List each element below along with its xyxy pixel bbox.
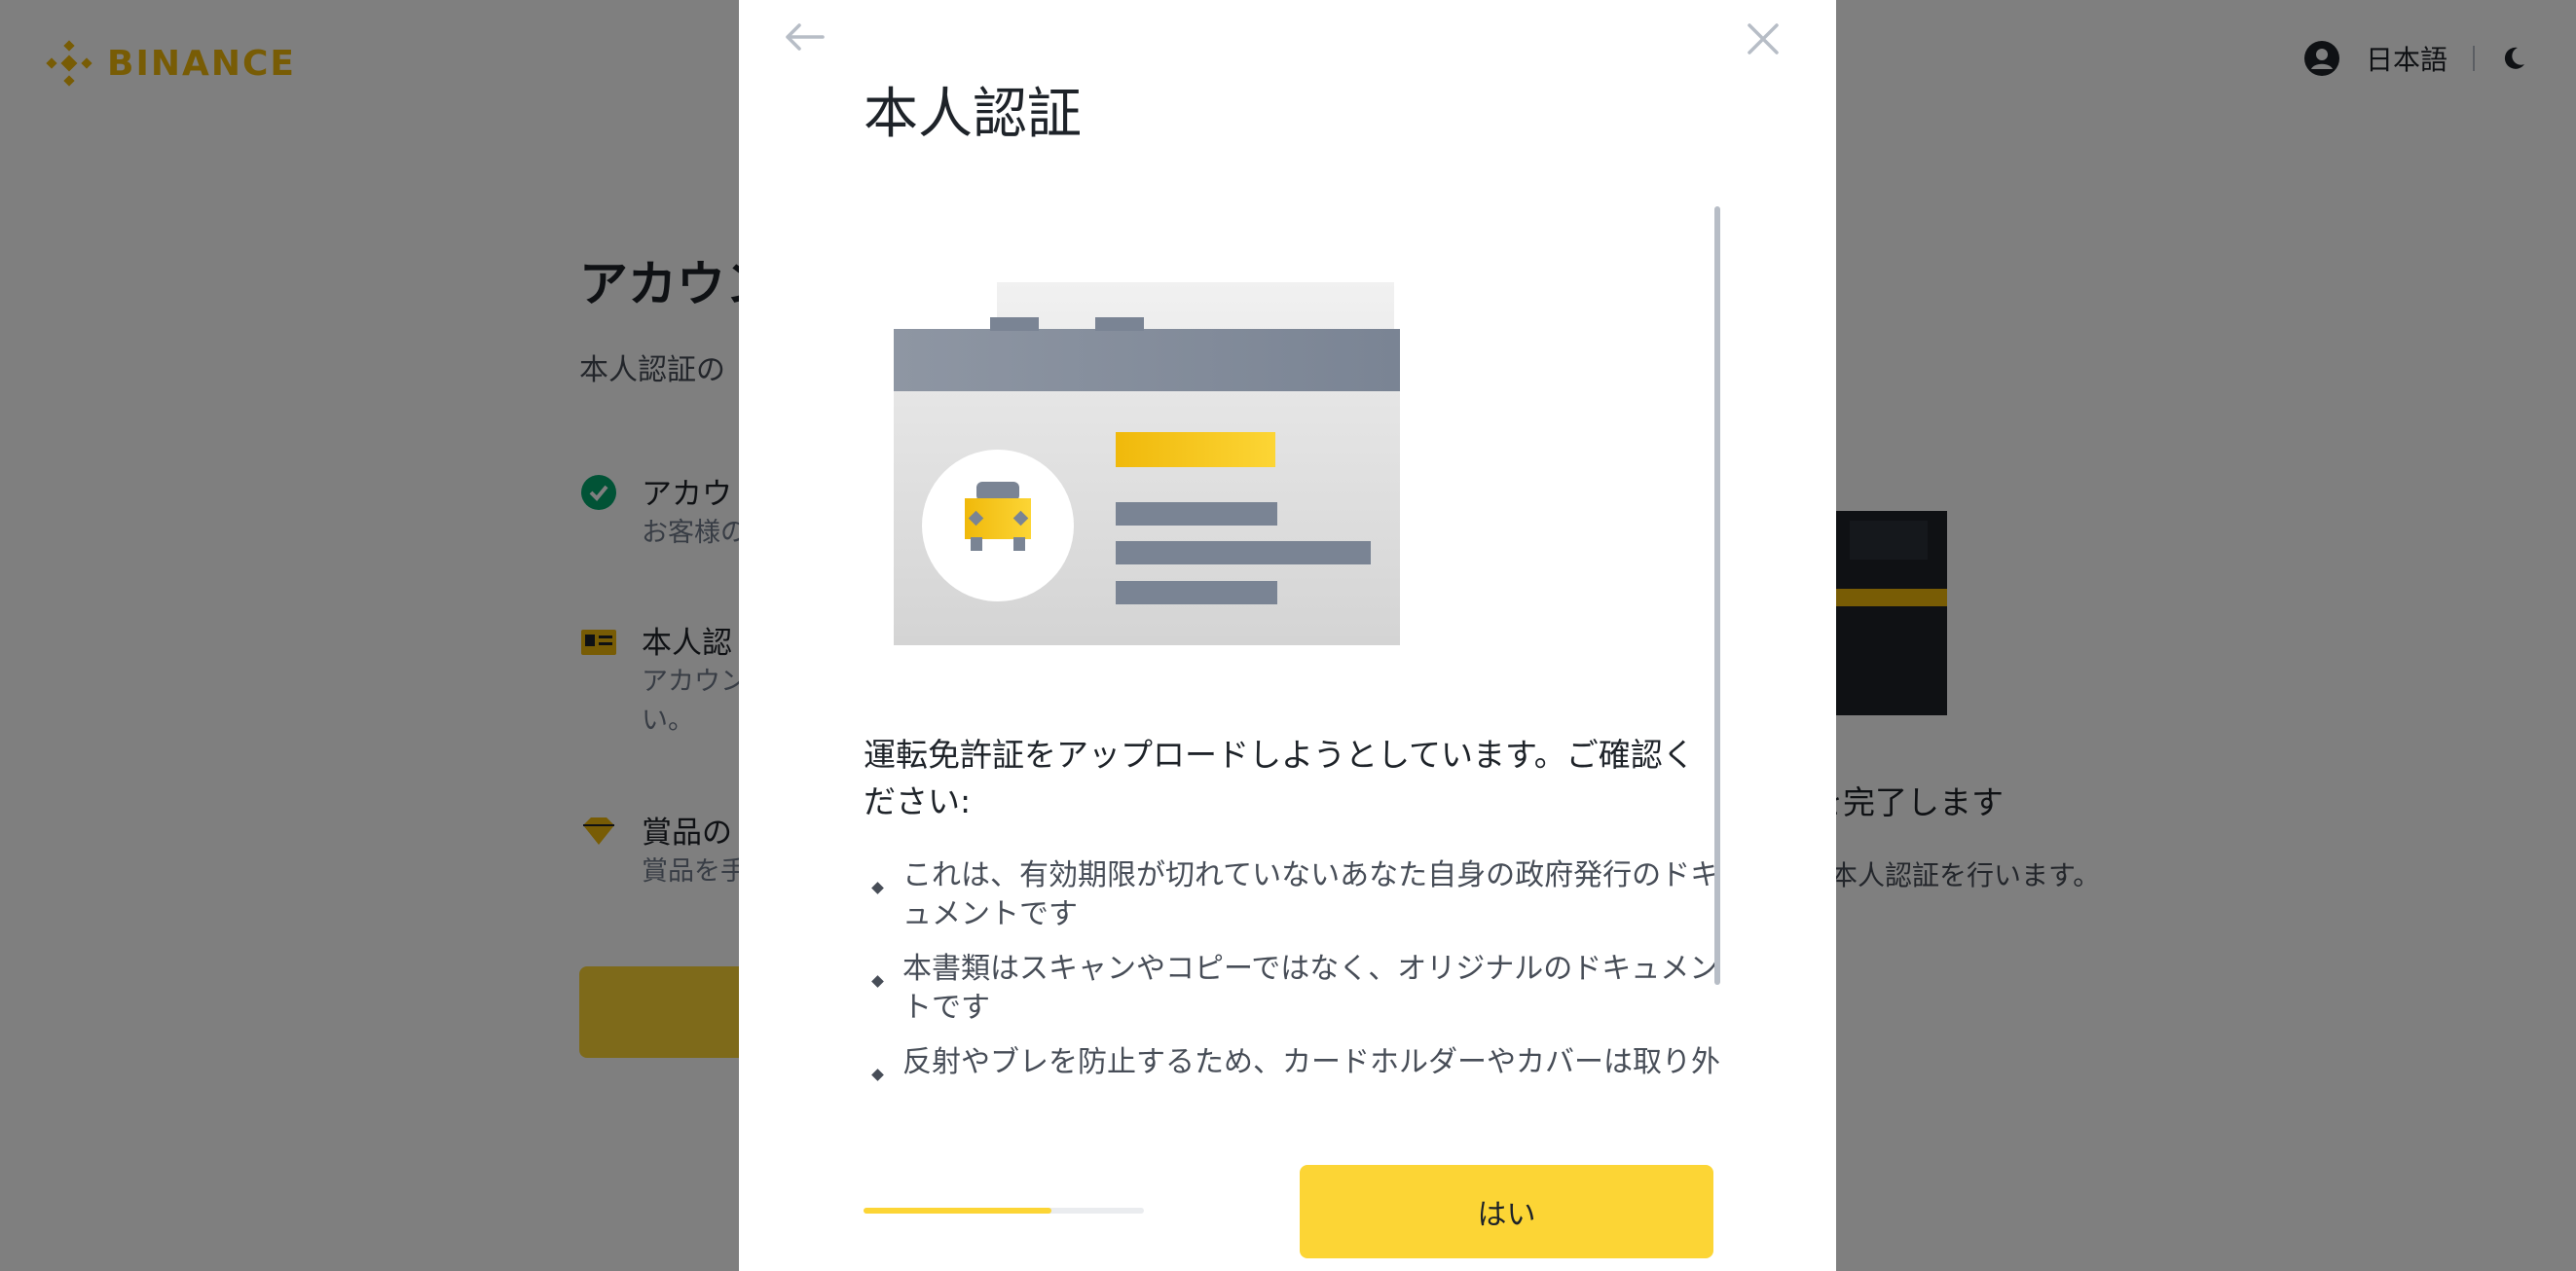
list-item-text: 本書類はスキャンやコピーではなく、オリジナルのドキュメントです — [902, 952, 1719, 1025]
close-icon[interactable] — [1742, 18, 1785, 60]
identity-verification-modal: 本人認証 運転免許証をアップロードしようとしています。ご確認ください: これは、… — [739, 0, 1836, 1271]
bullet-icon — [871, 1069, 884, 1081]
modal-content-scroll[interactable]: 運転免許証をアップロードしようとしています。ご確認ください: これは、有効期限が… — [864, 206, 1735, 1082]
arrow-left-icon[interactable] — [780, 18, 828, 56]
content-scrollbar[interactable] — [1714, 206, 1720, 985]
modal-title: 本人認証 — [864, 83, 1082, 146]
confirmation-question: 運転免許証をアップロードしようとしています。ご確認ください: — [864, 736, 1695, 820]
list-item: 反射やブレを防止するため、カードホルダーやカバーは取り外し — [864, 1043, 1720, 1082]
list-item: これは、有効期限が切れていないあなた自身の政府発行のドキュメントです — [864, 856, 1720, 934]
requirements-list: これは、有効期限が切れていないあなた自身の政府発行のドキュメントです 本書類はス… — [864, 856, 1720, 1082]
list-item: 本書類はスキャンやコピーではなく、オリジナルのドキュメントです — [864, 950, 1720, 1028]
confirm-yes-button[interactable]: はい — [1300, 1165, 1713, 1258]
progress-bar — [864, 1208, 1144, 1214]
drivers-license-illustration — [894, 282, 1400, 645]
progress-fill — [864, 1208, 1051, 1214]
list-item-text: これは、有効期限が切れていないあなた自身の政府発行のドキュメントです — [902, 858, 1720, 931]
bullet-icon — [871, 975, 884, 988]
list-item-text: 反射やブレを防止するため、カードホルダーやカバーは取り外し — [902, 1045, 1720, 1079]
bullet-icon — [871, 882, 884, 894]
